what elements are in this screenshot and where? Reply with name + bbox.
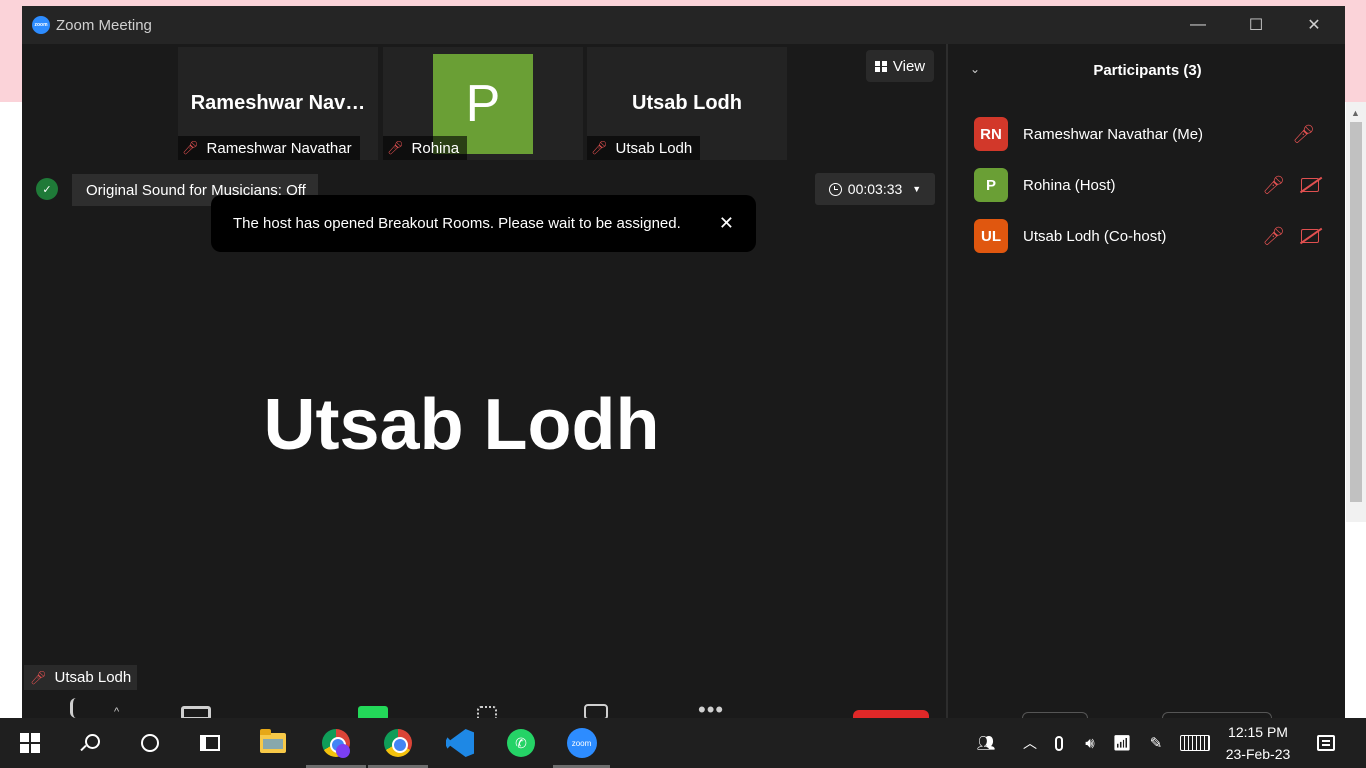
security-shield-icon[interactable]: ✓	[36, 178, 58, 200]
search-icon	[84, 733, 100, 749]
video-tile-rameshwar[interactable]: Rameshwar Nav… 🎤︎ Rameshwar Navathar	[178, 47, 378, 160]
people-icon[interactable]: 👥︎	[972, 718, 1000, 768]
volume-icon[interactable]: 🔊︎	[1076, 718, 1104, 768]
folder-icon	[260, 729, 286, 753]
task-view-icon	[200, 735, 220, 751]
participants-button[interactable]	[477, 706, 497, 718]
mic-muted-icon[interactable]: 🎤︎	[1292, 124, 1315, 145]
cortana-icon	[141, 734, 159, 752]
audio-options-caret-icon[interactable]: ^	[114, 706, 119, 718]
participant-avatar: UL	[974, 219, 1008, 253]
more-options-icon[interactable]: •••	[698, 699, 724, 719]
chrome-profile-button[interactable]	[306, 718, 366, 768]
video-off-icon[interactable]	[1301, 229, 1319, 243]
end-meeting-button[interactable]	[853, 710, 929, 718]
tile-label-text: Utsab Lodh	[615, 139, 693, 157]
pen-icon[interactable]: ✎	[1142, 718, 1170, 768]
scroll-up-arrow-icon[interactable]: ▲	[1351, 108, 1360, 118]
video-off-icon[interactable]	[1301, 178, 1319, 192]
video-tile-rohina[interactable]: P 🎤︎ Rohina	[383, 47, 583, 160]
clock-icon	[828, 182, 842, 196]
windows-logo-icon	[20, 733, 40, 753]
grid-view-icon	[874, 60, 887, 72]
tile-name-label: 🎤︎ Rohina	[383, 136, 468, 160]
zoom-taskbar-button[interactable]: zoom	[553, 718, 610, 768]
minimize-button[interactable]: —	[1169, 6, 1227, 44]
participant-name: Utsab Lodh (Co-host)	[1023, 227, 1167, 245]
zoom-meeting-window: zoom Zoom Meeting — ☐ ✕ Rameshwar Nav… 🎤…	[22, 6, 1345, 718]
toast-message: The host has opened Breakout Rooms. Plea…	[233, 215, 681, 232]
microphone-icon[interactable]	[1047, 718, 1071, 768]
maximize-button[interactable]: ☐	[1227, 6, 1285, 44]
participant-row[interactable]: RN Rameshwar Navathar (Me) 🎤︎	[948, 116, 1345, 152]
view-button[interactable]: View	[866, 50, 934, 82]
active-speaker-label: 🎤︎ Utsab Lodh	[24, 665, 138, 690]
participant-row[interactable]: UL Utsab Lodh (Co-host) 🎤︎	[948, 218, 1345, 254]
title-bar: zoom Zoom Meeting — ☐ ✕	[22, 6, 1345, 44]
search-button[interactable]	[60, 718, 120, 768]
mic-muted-icon: 🎤︎	[387, 140, 404, 155]
clock-date: 23-Feb-23	[1225, 746, 1291, 762]
background-scrollbar[interactable]: ▲	[1346, 102, 1366, 522]
meeting-timer[interactable]: 00:03:33 ▼	[815, 173, 935, 205]
chrome-icon	[384, 729, 412, 757]
video-area: Rameshwar Nav… 🎤︎ Rameshwar Navathar P 🎤…	[22, 44, 945, 718]
wifi-icon[interactable]: 📶︎	[1108, 718, 1136, 768]
mic-muted-icon: 🎤︎	[30, 669, 47, 685]
video-tile-utsab[interactable]: Utsab Lodh 🎤︎ Utsab Lodh	[587, 47, 787, 160]
participant-name: Rohina (Host)	[1023, 176, 1116, 194]
whatsapp-icon: ✆	[507, 729, 535, 757]
notification-center-icon[interactable]	[1310, 718, 1342, 768]
mic-muted-icon: 🎤︎	[591, 140, 608, 155]
tile-name-label: 🎤︎ Rameshwar Navathar	[178, 136, 360, 160]
active-speaker-label-text: Utsab Lodh	[54, 669, 132, 686]
zoom-logo-icon: zoom	[32, 16, 50, 34]
system-clock[interactable]: 12:15 PM 23-Feb-23	[1216, 718, 1300, 768]
participant-avatar: P	[974, 168, 1008, 202]
collapse-chevron-icon[interactable]: ⌄	[970, 62, 980, 76]
close-button[interactable]: ✕	[1285, 6, 1343, 44]
touch-keyboard-icon[interactable]	[1178, 718, 1212, 768]
task-view-button[interactable]	[180, 718, 240, 768]
mic-muted-icon[interactable]: 🎤︎	[1262, 175, 1285, 196]
breakout-rooms-notification: The host has opened Breakout Rooms. Plea…	[211, 195, 756, 252]
participants-header: Participants (3) ⌄	[948, 62, 1345, 82]
share-screen-button[interactable]	[358, 706, 388, 718]
tile-label-text: Rohina	[411, 139, 460, 157]
participant-row[interactable]: P Rohina (Host) 🎤︎	[948, 167, 1345, 203]
mic-muted-icon[interactable]: 🎤︎	[1262, 226, 1285, 247]
mic-muted-icon: 🎤︎	[182, 140, 199, 155]
mute-button[interactable]	[70, 698, 94, 718]
vscode-button[interactable]	[430, 718, 490, 768]
chrome-button[interactable]	[368, 718, 428, 768]
participants-panel: Participants (3) ⌄ RN Rameshwar Navathar…	[946, 44, 1345, 718]
vscode-icon	[446, 729, 474, 757]
participant-name: Rameshwar Navathar (Me)	[1023, 125, 1204, 143]
cortana-button[interactable]	[120, 718, 180, 768]
profile-badge-icon	[336, 744, 350, 758]
tile-label-text: Rameshwar Navathar	[206, 139, 352, 157]
active-speaker-name: Utsab Lodh	[263, 385, 660, 465]
start-button[interactable]	[0, 718, 60, 768]
view-button-label: View	[892, 57, 926, 75]
caret-down-icon: ▼	[912, 184, 922, 194]
participants-title: Participants (3)	[1093, 62, 1202, 79]
file-explorer-button[interactable]	[243, 718, 303, 768]
zoom-icon: zoom	[566, 728, 597, 758]
participant-avatar: RN	[974, 117, 1008, 151]
scrollbar-thumb[interactable]	[1350, 122, 1362, 502]
timer-text: 00:03:33	[847, 181, 903, 197]
window-title: Zoom Meeting	[56, 16, 152, 34]
tile-name-label: 🎤︎ Utsab Lodh	[587, 136, 701, 160]
start-video-button[interactable]	[181, 706, 211, 718]
show-hidden-icons-chevron-icon[interactable]: ︿	[1018, 718, 1042, 768]
clock-time: 12:15 PM	[1228, 724, 1288, 740]
whatsapp-button[interactable]: ✆	[491, 718, 551, 768]
toast-close-icon[interactable]: ✕	[719, 213, 734, 234]
chat-button[interactable]	[584, 704, 608, 718]
